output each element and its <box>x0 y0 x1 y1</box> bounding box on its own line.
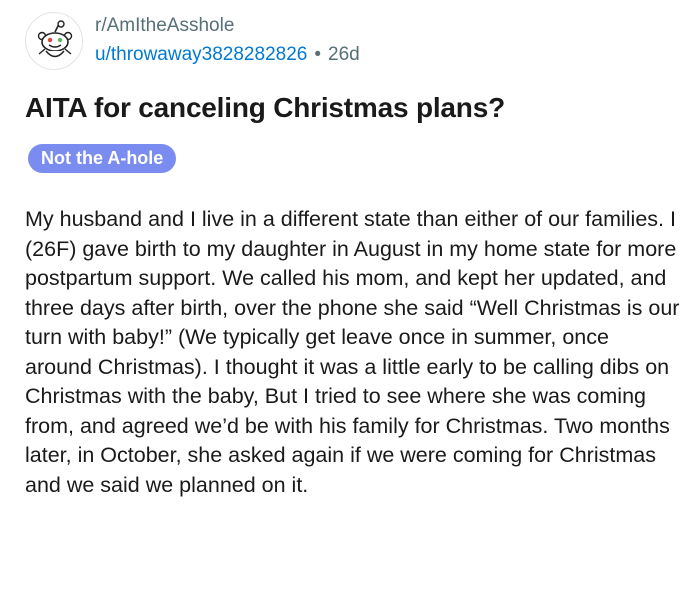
author-line: u/throwaway3828282826 • 26d <box>95 42 360 68</box>
post-title[interactable]: AITA for canceling Christmas plans? <box>25 90 505 126</box>
post-age: 26d <box>328 44 360 65</box>
post-meta: r/AmItheAsshole u/throwaway3828282826 • … <box>95 14 360 68</box>
author-link[interactable]: u/throwaway3828282826 <box>95 42 307 68</box>
post-body: My husband and I live in a different sta… <box>25 207 680 497</box>
post-header: r/AmItheAsshole u/throwaway3828282826 • … <box>25 12 360 70</box>
post-flair[interactable]: Not the A-hole <box>28 144 177 173</box>
subreddit-avatar[interactable] <box>25 12 83 70</box>
snoo-icon <box>37 20 73 58</box>
subreddit-name[interactable]: r/AmItheAsshole <box>95 14 360 38</box>
meta-separator: • <box>314 44 321 65</box>
